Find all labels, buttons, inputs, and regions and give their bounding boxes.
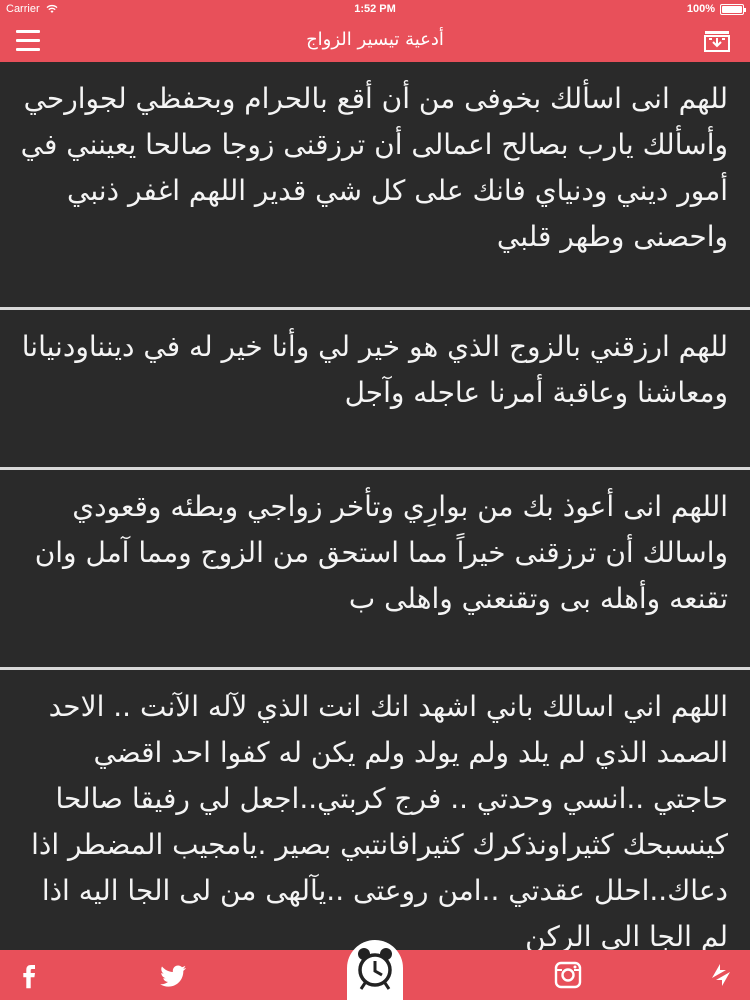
- dua-list[interactable]: للهم انى اسألك بخوفى من أن أقع بالحرام و…: [0, 62, 750, 950]
- dua-item: للهم انى اسألك بخوفى من أن أقع بالحرام و…: [0, 62, 750, 310]
- nav-bar: أدعية تيسير الزواج: [0, 20, 750, 62]
- dua-item: اللهم انى أعوذ بك من بوارِي وتأخر زواجي …: [0, 470, 750, 670]
- battery-fill: [722, 5, 742, 13]
- refresh-icon[interactable]: [706, 960, 736, 990]
- battery-percent: 100%: [686, 3, 715, 15]
- status-bar: Carrier 1:52 PM 100%: [0, 0, 750, 20]
- facebook-icon[interactable]: [14, 960, 44, 990]
- page-title: أدعية تيسير الزواج: [306, 29, 444, 50]
- instagram-icon[interactable]: [553, 960, 583, 990]
- status-right: 100%: [686, 3, 746, 15]
- dua-item: اللهم اني اسالك باني اشهد انك انت الذي ل…: [31, 690, 728, 950]
- dua-item: للهم ارزقني بالزوج الذي هو خير لي وأنا خ…: [0, 310, 750, 470]
- alarm-button[interactable]: [347, 940, 403, 1000]
- download-share-icon[interactable]: [704, 30, 730, 52]
- status-time: 1:52 PM: [354, 3, 396, 15]
- alarm-clock-icon: [358, 948, 392, 990]
- battery-icon: [720, 3, 746, 15]
- twitter-icon[interactable]: [158, 960, 188, 990]
